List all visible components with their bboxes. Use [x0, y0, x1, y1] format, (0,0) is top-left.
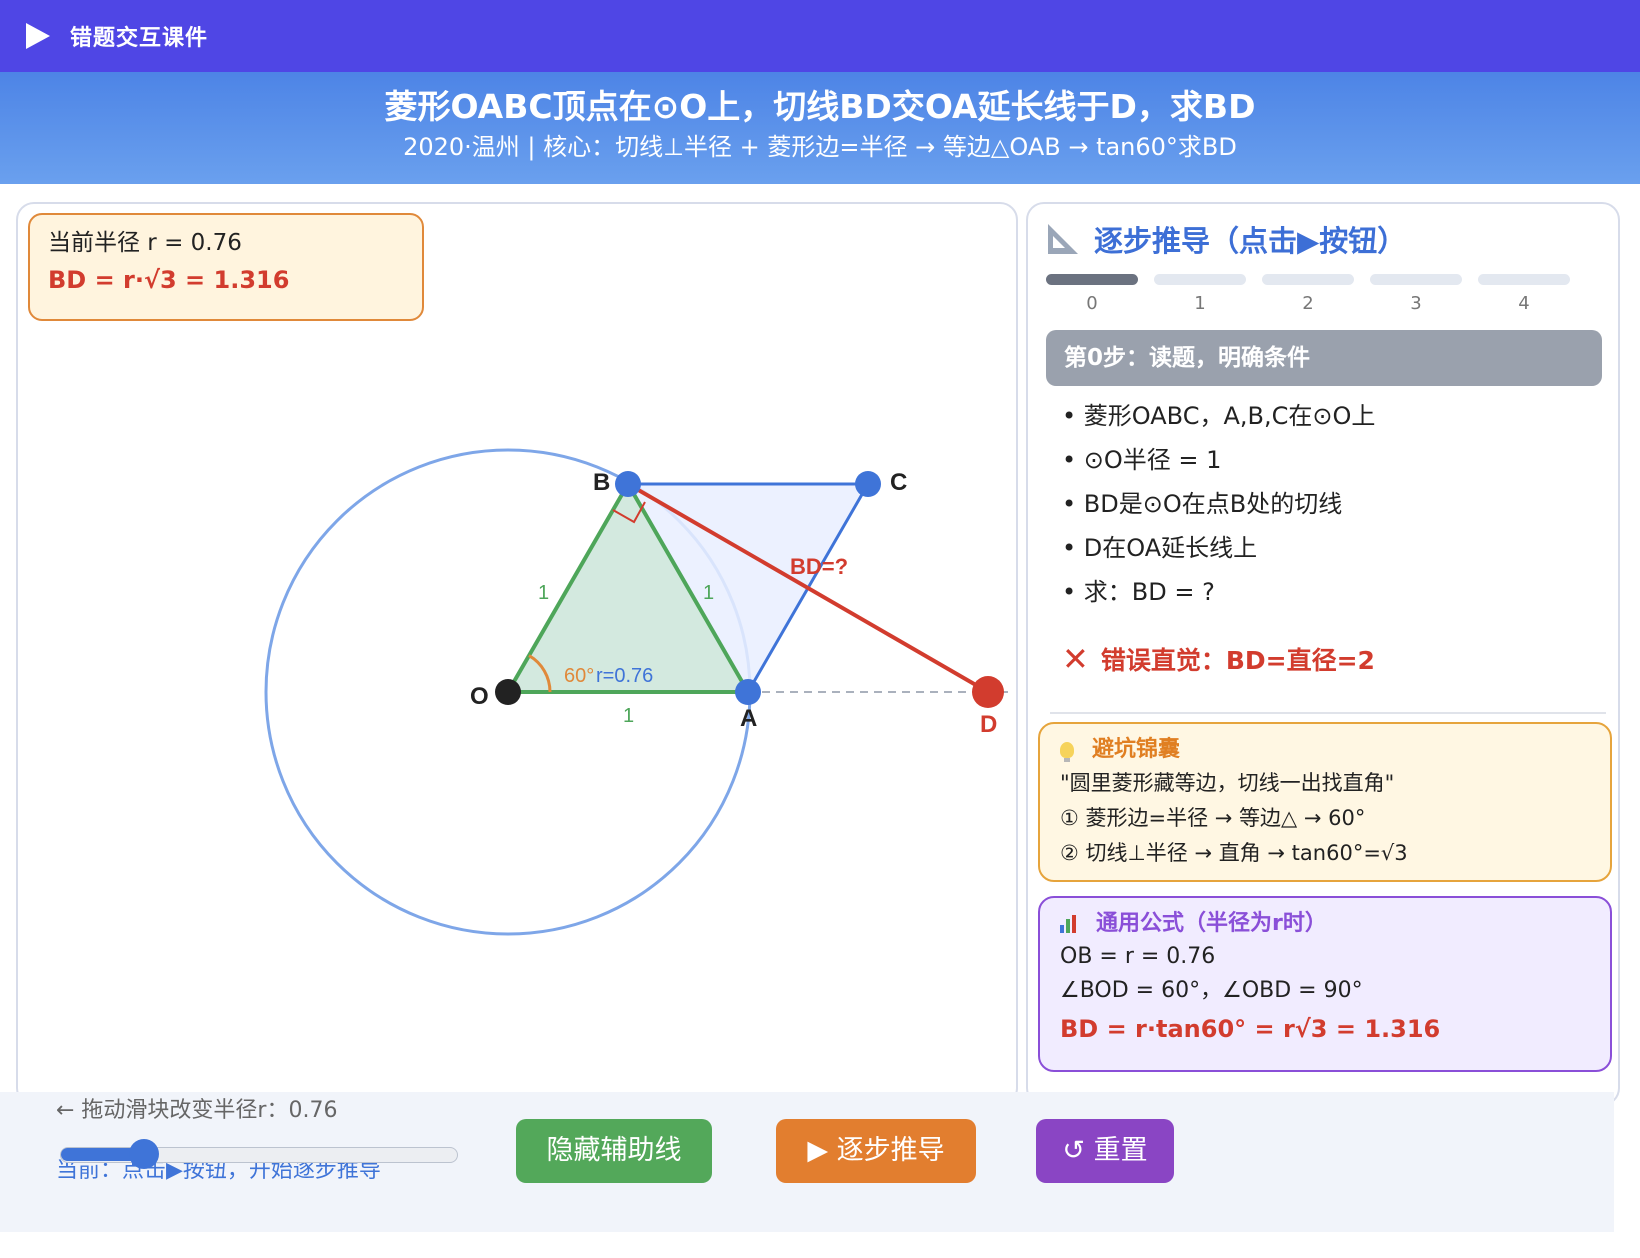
step-number: 0 — [1086, 293, 1098, 314]
label-point-a: A — [740, 705, 757, 732]
formula-box: 通用公式（半径为r时） OB = r = 0.76 ∠BOD = 60°，∠OB… — [1038, 896, 1612, 1072]
step-3[interactable]: 3 — [1370, 274, 1462, 314]
label-point-b: B — [593, 469, 610, 496]
control-bar: ← 拖动滑块改变半径r：0.76 当前：点击▶按钮，开始逐步推导 隐藏辅助线 ▶… — [0, 1092, 1614, 1232]
top-bar: 错题交互课件 — [0, 0, 1640, 72]
label-point-c: C — [890, 469, 907, 496]
label-side-oa: 1 — [623, 705, 634, 727]
label-side-ab: 1 — [703, 582, 714, 604]
play-icon — [26, 23, 50, 49]
cross-icon: ✕ — [1062, 640, 1089, 678]
tip-line: ① 菱形边=半径 → 等边△ → 60° — [1060, 806, 1366, 830]
radius-slider[interactable] — [60, 1139, 458, 1169]
step-number: 3 — [1410, 293, 1422, 314]
step-number: 4 — [1518, 293, 1530, 314]
point-c[interactable] — [855, 471, 881, 497]
list-item: • D在OA延长线上 — [1062, 534, 1258, 562]
bd-value-text: BD = r·√3 = 1.316 — [48, 266, 290, 294]
divider — [1050, 712, 1606, 714]
point-d[interactable] — [972, 676, 1004, 708]
list-item: • BD是⊙O在点B处的切线 — [1062, 490, 1343, 518]
reset-button[interactable]: ↺ 重置 — [1036, 1119, 1174, 1183]
triangle-ruler-icon — [1048, 224, 1078, 254]
point-o[interactable] — [495, 679, 521, 705]
figure-stage: 1 1 1 60° r=0.76 BD=? O A B C D 当前半径 r =… — [16, 202, 1018, 1106]
step-bar — [1262, 274, 1354, 285]
slider-label: ← 拖动滑块改变半径r：0.76 — [56, 1098, 338, 1123]
label-side-ob: 1 — [538, 582, 549, 604]
formula-title: 通用公式（半径为r时） — [1096, 911, 1327, 936]
bar-chart-icon — [1060, 915, 1078, 933]
formula-line: ∠BOD = 60°，∠OBD = 90° — [1060, 978, 1363, 1003]
label-angle: 60° — [564, 665, 594, 687]
geometry-figure[interactable]: 1 1 1 60° r=0.76 BD=? O A B C D — [18, 204, 1016, 1104]
toggle-aux-lines-button[interactable]: 隐藏辅助线 — [516, 1119, 712, 1183]
problem-subtitle: 2020·温州 | 核心：切线⊥半径 + 菱形边=半径 → 等边△OAB → t… — [403, 133, 1237, 161]
step-bar — [1478, 274, 1570, 285]
step-number: 1 — [1194, 293, 1206, 314]
step-0[interactable]: 0 — [1046, 274, 1138, 314]
step-derive-button[interactable]: ▶ 逐步推导 — [776, 1119, 976, 1183]
tip-box: 避坑锦囊 "圆里菱形藏等边，切线一出找直角" ① 菱形边=半径 → 等边△ → … — [1038, 722, 1612, 882]
point-a[interactable] — [735, 679, 761, 705]
problem-header: 菱形OABC顶点在⊙O上，切线BD交OA延长线于D，求BD 2020·温州 | … — [0, 72, 1640, 184]
point-b[interactable] — [615, 471, 641, 497]
app-title: 错题交互课件 — [70, 26, 209, 51]
list-item: • 求：BD = ? — [1062, 578, 1215, 606]
label-point-d: D — [980, 711, 997, 738]
panel-header: 逐步推导（点击▶按钮） — [1048, 218, 1406, 260]
wrong-intuition-text: 错误直觉：BD=直径=2 — [1100, 646, 1375, 675]
problem-title: 菱形OABC顶点在⊙O上，切线BD交OA延长线于D，求BD — [384, 87, 1256, 126]
tip-line: "圆里菱形藏等边，切线一出找直角" — [1060, 771, 1395, 795]
step-bar — [1154, 274, 1246, 285]
step-4[interactable]: 4 — [1478, 274, 1570, 314]
condition-list: • 菱形OABC，A,B,C在⊙O上 • ⊙O半径 = 1 • BD是⊙O在点B… — [1062, 394, 1375, 614]
label-bd-unknown: BD=? — [790, 554, 848, 579]
label-radius: r=0.76 — [596, 665, 653, 687]
label-point-o: O — [470, 683, 489, 710]
step-bar — [1046, 274, 1138, 285]
step-bar — [1370, 274, 1462, 285]
formula-line: OB = r = 0.76 — [1060, 944, 1216, 969]
formula-result: BD = r·tan60° = r√3 = 1.316 — [1060, 1015, 1441, 1043]
list-item: • ⊙O半径 = 1 — [1062, 446, 1222, 474]
lightbulb-icon — [1060, 742, 1074, 762]
step-2[interactable]: 2 — [1262, 274, 1354, 314]
current-radius-text: 当前半径 r = 0.76 — [48, 230, 242, 256]
step-1[interactable]: 1 — [1154, 274, 1246, 314]
derivation-panel: 逐步推导（点击▶按钮） 0 1 2 3 4 第0步：读题，明确条件 • 菱形OA… — [1026, 202, 1620, 1106]
panel-title: 逐步推导（点击▶按钮） — [1094, 224, 1407, 258]
list-item: • 菱形OABC，A,B,C在⊙O上 — [1062, 402, 1376, 430]
step-title: 第0步：读题，明确条件 — [1046, 330, 1602, 386]
tip-line: ② 切线⊥半径 → 直角 → tan60°=√3 — [1060, 841, 1408, 865]
formula-header: 通用公式（半径为r时） — [1060, 908, 1590, 940]
radius-info-box: 当前半径 r = 0.76 BD = r·√3 = 1.316 — [28, 213, 424, 321]
step-number: 2 — [1302, 293, 1314, 314]
tip-title: 避坑锦囊 — [1092, 737, 1181, 762]
tip-header: 避坑锦囊 — [1060, 734, 1590, 766]
wrong-intuition: ✕ 错误直觉：BD=直径=2 — [1062, 640, 1375, 678]
